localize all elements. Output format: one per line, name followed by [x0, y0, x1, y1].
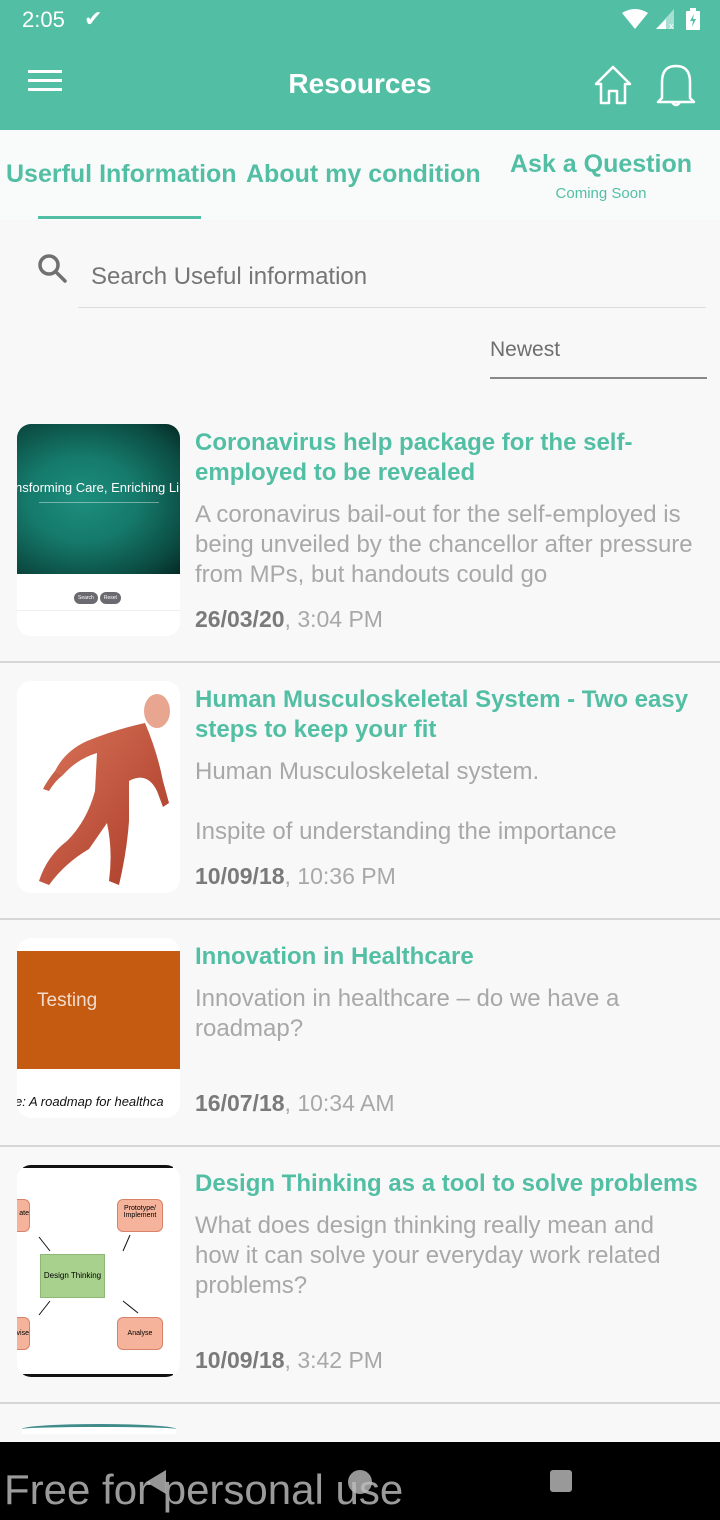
article-time: 10:36 PM: [297, 863, 396, 889]
status-icons: x: [622, 8, 700, 30]
back-icon[interactable]: [146, 1470, 166, 1494]
article-description: Human Musculoskeletal system.: [195, 758, 540, 785]
article-thumbnail: nsforming Care, Enriching Li Search Rese…: [17, 424, 180, 636]
article-date: 16/07/18: [195, 1090, 285, 1116]
bell-icon[interactable]: [654, 62, 698, 108]
article-content: Human Musculoskeletal System - Two easy …: [195, 685, 702, 847]
article-content: Design Thinking as a tool to solve probl…: [195, 1169, 702, 1301]
article-thumbnail: [17, 681, 180, 893]
check-icon: ✔: [84, 6, 103, 31]
article-time: 10:34 AM: [297, 1090, 395, 1116]
article-item[interactable]: nsforming Care, Enriching Li Search Rese…: [0, 406, 720, 663]
watermark-text: Free for personal use: [4, 1466, 404, 1513]
article-item[interactable]: ate Prototype/ Implement Design Thinking…: [0, 1147, 720, 1404]
thumbnail-reset-button: Reset: [99, 592, 121, 604]
article-thumbnail: Testing e: A roadmap for healthca: [17, 938, 180, 1118]
tab-ask-sublabel: Coming Soon: [555, 185, 647, 202]
status-time: 2:05: [22, 7, 65, 32]
home-icon[interactable]: [592, 64, 634, 106]
article-description: A coronavirus bail-out for the self-empl…: [195, 501, 693, 588]
article-date: 26/03/20: [195, 606, 285, 632]
article-title: Human Musculoskeletal System - Two easy …: [195, 686, 689, 743]
active-tab-indicator: [38, 216, 201, 219]
article-title: Coronavirus help package for the self-em…: [195, 429, 633, 486]
tab-bar: Userful Information About my condition A…: [0, 130, 720, 220]
thumbnail-caption: nsforming Care, Enriching Li: [17, 480, 180, 495]
thumbnail-caption: Testing: [37, 990, 98, 1011]
tab-ask-a-question[interactable]: Ask a Question Coming Soon: [500, 150, 702, 202]
app-bar: Resources: [0, 40, 720, 130]
svg-text:x: x: [669, 21, 674, 29]
article-list: nsforming Care, Enriching Li Search Rese…: [0, 406, 720, 1444]
wifi-icon: [622, 9, 648, 29]
tab-ask-label: Ask a Question: [510, 150, 692, 178]
article-timestamp: 26/03/20, 3:04 PM: [195, 606, 383, 632]
article-item[interactable]: Testing e: A roadmap for healthca Innova…: [0, 920, 720, 1147]
article-title: Innovation in Healthcare: [195, 943, 474, 970]
tab-useful-information[interactable]: Userful Information: [6, 160, 237, 189]
thumbnail-search-button: Search: [74, 592, 98, 604]
system-nav-bar: Free for personal use: [0, 1442, 720, 1520]
article-date: 10/09/18: [195, 863, 285, 889]
screen: 2:05 ✔ x Resources Userful Information A…: [0, 0, 720, 1520]
tab-about-my-condition[interactable]: About my condition: [246, 160, 481, 189]
article-thumbnail: ate Prototype/ Implement Design Thinking…: [17, 1165, 180, 1377]
sort-dropdown[interactable]: Newest: [490, 330, 707, 379]
diagram-arrows: [38, 1234, 139, 1316]
article-description-continued: Inspite of understanding the importance: [195, 818, 617, 845]
status-bar: 2:05 ✔ x: [0, 0, 720, 40]
article-description: Innovation in healthcare – do we have a …: [195, 985, 620, 1042]
article-time: 3:42 PM: [297, 1347, 383, 1373]
article-time: 3:04 PM: [297, 606, 383, 632]
home-nav-icon[interactable]: [348, 1470, 372, 1494]
article-thumbnail-partial: [22, 1424, 176, 1434]
search-icon: [38, 254, 67, 283]
muscle-figure-image: [39, 694, 170, 885]
search-input[interactable]: [78, 246, 706, 308]
article-date: 10/09/18: [195, 1347, 285, 1373]
thumbnail-footer: e: A roadmap for healthca: [17, 1094, 164, 1109]
article-item[interactable]: Human Musculoskeletal System - Two easy …: [0, 663, 720, 920]
article-content: Innovation in Healthcare Innovation in h…: [195, 942, 702, 1044]
article-content: Coronavirus help package for the self-em…: [195, 428, 702, 590]
article-title: Design Thinking as a tool to solve probl…: [195, 1170, 698, 1197]
article-description: What does design thinking really mean an…: [195, 1212, 661, 1299]
signal-icon: x: [656, 9, 674, 29]
battery-charging-icon: [686, 8, 700, 30]
article-timestamp: 10/09/18, 10:36 PM: [195, 863, 396, 889]
article-timestamp: 16/07/18, 10:34 AM: [195, 1090, 395, 1116]
recents-icon[interactable]: [550, 1470, 572, 1492]
article-item-partial[interactable]: [0, 1404, 720, 1444]
article-timestamp: 10/09/18, 3:42 PM: [195, 1347, 383, 1373]
